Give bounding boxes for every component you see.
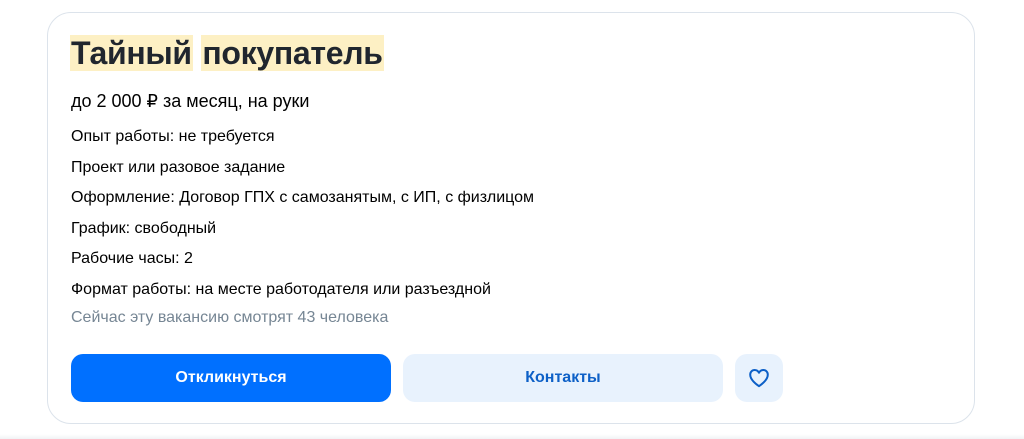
fact-work-format: Формат работы: на месте работодателя или… [71, 280, 491, 298]
fact-experience: Опыт работы: не требуется [71, 128, 275, 145]
vacancy-facts-list: Опыт работы: не требуется Проект или раз… [71, 122, 534, 305]
fact-employment-type: Проект или разовое задание [71, 158, 286, 176]
heart-icon [747, 366, 771, 390]
contacts-button-label: Контакты [525, 369, 601, 386]
page: Тайный покупатель до 2 000 ₽ за месяц, н… [0, 0, 1024, 439]
salary-text: до 2 000 ₽ за месяц, на руки [71, 91, 310, 111]
favorite-button[interactable] [735, 354, 783, 402]
fact-contract: Оформление: Договор ГПХ с самозанятым, с… [71, 189, 535, 206]
respond-button[interactable]: Откликнуться [71, 354, 391, 402]
divider [0, 434, 1024, 439]
contacts-button[interactable]: Контакты [403, 354, 723, 402]
vacancy-title[interactable]: Тайный покупатель [70, 32, 384, 74]
viewers-count-text: Сейчас эту вакансию смотрят 43 человека [71, 309, 389, 326]
respond-button-label: Откликнуться [175, 369, 287, 386]
fact-working-hours: Рабочие часы: 2 [71, 250, 193, 267]
fact-schedule: График: свободный [71, 219, 217, 237]
title-word-highlight: покупатель [201, 35, 384, 71]
title-word-highlight: Тайный [70, 35, 193, 71]
